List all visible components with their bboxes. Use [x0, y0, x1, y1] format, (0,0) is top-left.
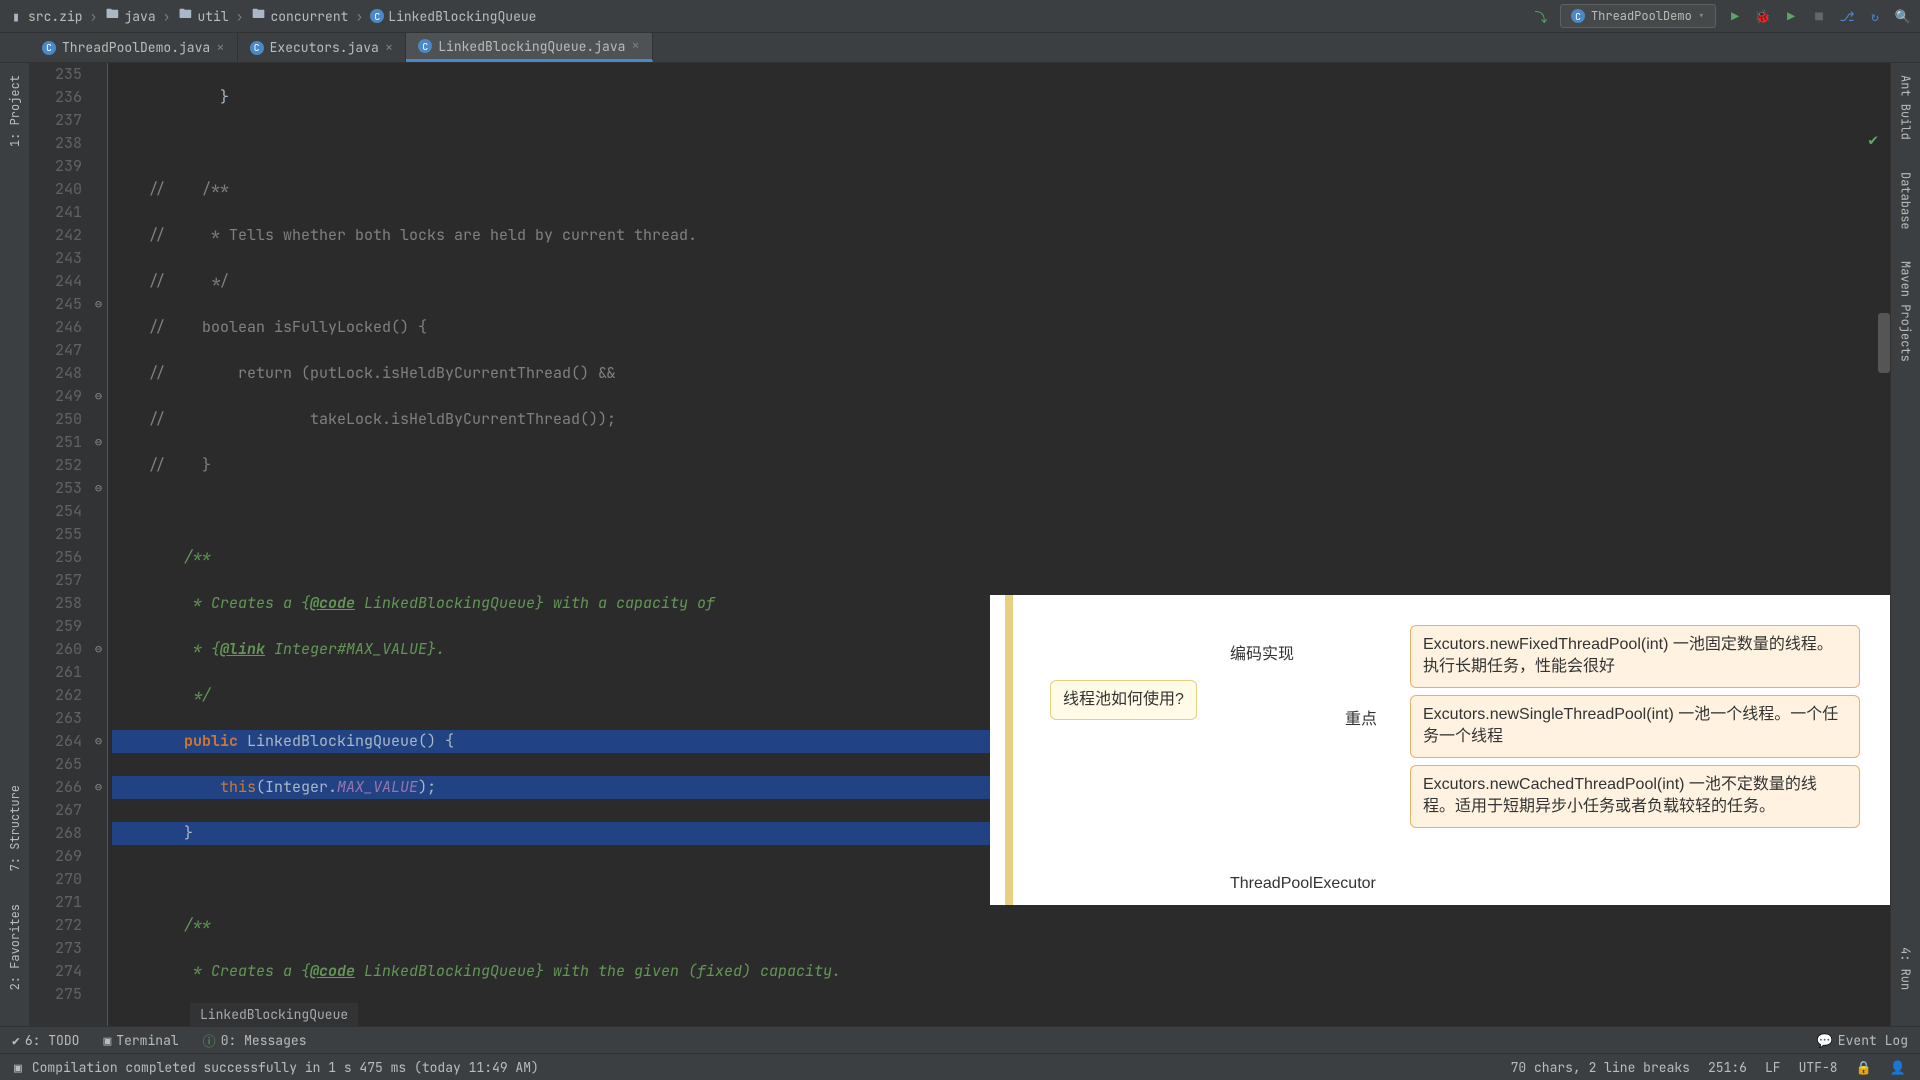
scrollbar-thumb[interactable]: [1878, 313, 1890, 373]
hector-icon[interactable]: 👤: [1890, 1059, 1906, 1076]
editor-breadcrumb[interactable]: LinkedBlockingQueue: [190, 1003, 358, 1026]
breadcrumb-item[interactable]: java: [124, 8, 155, 25]
code-line: // /**: [112, 178, 1890, 201]
archive-icon: ▮: [8, 8, 24, 24]
tool-tab-project[interactable]: 1: Project: [5, 69, 25, 153]
class-icon: C: [42, 41, 56, 55]
terminal-icon: ▣: [103, 1032, 111, 1049]
breadcrumb-item[interactable]: util: [197, 8, 228, 25]
tool-tab-terminal[interactable]: ▣Terminal: [103, 1032, 178, 1049]
vcs-icon[interactable]: ⎇: [1838, 7, 1856, 25]
tab-threadpooldemo[interactable]: C ThreadPoolDemo.java ×: [30, 33, 238, 62]
tool-tab-favorites[interactable]: 2: Favorites: [5, 898, 25, 996]
fold-gutter[interactable]: ⊖⊖⊖⊖⊖⊖⊖: [90, 63, 108, 1026]
tab-linkedblockingqueue[interactable]: C LinkedBlockingQueue.java ×: [406, 33, 653, 62]
file-encoding[interactable]: UTF-8: [1799, 1059, 1838, 1076]
tool-tab-maven[interactable]: Maven Projects: [1896, 255, 1916, 368]
tool-tab-database[interactable]: Database: [1896, 166, 1916, 236]
tab-label: Executors.java: [270, 39, 379, 56]
selection-info: 70 chars, 2 line breaks: [1511, 1059, 1690, 1076]
close-icon[interactable]: ×: [631, 37, 639, 55]
run-config-label: ThreadPoolDemo: [1591, 8, 1692, 24]
run-coverage-button[interactable]: ▶: [1782, 7, 1800, 25]
code-line: // takeLock.isHeldByCurrentThread());: [112, 408, 1890, 431]
folder-icon: 🖿: [250, 8, 266, 24]
run-button[interactable]: ▶: [1726, 7, 1744, 25]
folder-icon: 🖿: [104, 8, 120, 24]
mindmap-overlay: 线程池如何使用? 编码实现 重点 ThreadPoolExecutor Excu…: [990, 595, 1890, 905]
class-icon: C: [418, 39, 432, 53]
breadcrumb[interactable]: ▮ src.zip › 🖿 java › 🖿 util › 🖿 concurre…: [8, 8, 536, 25]
code-line: // }: [112, 454, 1890, 477]
tool-tab-messages[interactable]: ⓘ0: Messages: [203, 1031, 307, 1050]
tool-tab-structure[interactable]: 7: Structure: [5, 779, 25, 877]
mindmap-branch-label: 编码实现: [1230, 640, 1294, 664]
tab-label: LinkedBlockingQueue.java: [438, 38, 625, 55]
folder-icon: 🖿: [177, 8, 193, 24]
mindmap-leaf-node[interactable]: Excutors.newSingleThreadPool(int) 一池一个线程…: [1410, 695, 1860, 758]
chevron-right-icon: ›: [90, 8, 98, 25]
tool-tab-todo[interactable]: ✔6: TODO: [12, 1032, 79, 1049]
tool-tab-run[interactable]: 4: Run: [1896, 941, 1916, 996]
close-icon[interactable]: ×: [385, 39, 393, 57]
mindmap-branch-label: ThreadPoolExecutor: [1230, 875, 1376, 893]
line-number-gutter: 2352362372382392402412422432442452462472…: [30, 63, 90, 1026]
code-line: * Creates a {@code LinkedBlockingQueue} …: [112, 960, 1890, 983]
class-icon: C: [250, 41, 264, 55]
chevron-right-icon: ›: [355, 8, 363, 25]
line-separator[interactable]: LF: [1765, 1059, 1781, 1076]
tab-label: ThreadPoolDemo.java: [62, 39, 210, 56]
mindmap-leaf-node[interactable]: Excutors.newFixedThreadPool(int) 一池固定数量的…: [1410, 625, 1860, 688]
mindmap-root-node[interactable]: 线程池如何使用?: [1050, 680, 1197, 720]
code-line: /**: [112, 914, 1890, 937]
chevron-right-icon: ›: [163, 8, 171, 25]
code-line: // boolean isFullyLocked() {: [112, 316, 1890, 339]
editor-tabs: C ThreadPoolDemo.java × C Executors.java…: [0, 33, 1920, 63]
build-icon[interactable]: ⤵: [1532, 7, 1550, 25]
code-line: *: [112, 1006, 1890, 1026]
breadcrumb-item[interactable]: LinkedBlockingQueue: [388, 8, 536, 25]
tab-executors[interactable]: C Executors.java ×: [238, 33, 407, 62]
class-icon: C: [1571, 9, 1585, 23]
code-line: }: [112, 86, 1890, 109]
debug-button[interactable]: 🐞: [1754, 7, 1772, 25]
mindmap-branch-label: 重点: [1345, 705, 1377, 729]
check-icon: ✔: [12, 1032, 20, 1049]
info-icon: ⓘ: [203, 1031, 216, 1050]
lock-icon[interactable]: 🔒: [1856, 1059, 1872, 1076]
right-tool-stripe: Ant Build Database Maven Projects 4: Run: [1890, 63, 1920, 1026]
navigation-bar: ▮ src.zip › 🖿 java › 🖿 util › 🖿 concurre…: [0, 0, 1920, 33]
tool-tab-ant[interactable]: Ant Build: [1896, 69, 1916, 146]
stop-button[interactable]: ■: [1810, 7, 1828, 25]
status-message: Compilation completed successfully in 1 …: [32, 1059, 539, 1076]
toolbar-right: ⤵ C ThreadPoolDemo ▾ ▶ 🐞 ▶ ■ ⎇ ↻ 🔍: [1532, 4, 1912, 28]
tool-tab-eventlog[interactable]: 💬Event Log: [1817, 1032, 1908, 1049]
mindmap-leaf-node[interactable]: Excutors.newCachedThreadPool(int) 一池不定数量…: [1410, 765, 1860, 828]
code-line: // */: [112, 270, 1890, 293]
run-configuration-selector[interactable]: C ThreadPoolDemo ▾: [1560, 4, 1716, 28]
inspection-ok-icon[interactable]: ✔: [1868, 129, 1878, 150]
status-bar: ▣ Compilation completed successfully in …: [0, 1053, 1920, 1080]
log-icon: 💬: [1817, 1032, 1833, 1049]
class-icon: C: [370, 9, 384, 23]
breadcrumb-item[interactable]: concurrent: [270, 8, 348, 25]
code-line: /**: [112, 546, 1890, 569]
update-icon[interactable]: ↻: [1866, 7, 1884, 25]
search-icon[interactable]: 🔍: [1894, 7, 1912, 25]
close-icon[interactable]: ×: [216, 39, 224, 57]
left-tool-stripe: 1: Project 7: Structure 2: Favorites: [0, 63, 30, 1026]
chevron-right-icon: ›: [236, 8, 244, 25]
windows-icon[interactable]: ▣: [14, 1059, 22, 1076]
code-line: [112, 500, 1890, 523]
cursor-position[interactable]: 251:6: [1708, 1059, 1747, 1076]
breadcrumb-item[interactable]: src.zip: [28, 8, 83, 25]
code-line: [112, 132, 1890, 155]
bottom-tool-stripe: ✔6: TODO ▣Terminal ⓘ0: Messages 💬Event L…: [0, 1026, 1920, 1053]
code-line: // * Tells whether both locks are held b…: [112, 224, 1890, 247]
chevron-down-icon: ▾: [1698, 8, 1705, 24]
code-line: // return (putLock.isHeldByCurrentThread…: [112, 362, 1890, 385]
